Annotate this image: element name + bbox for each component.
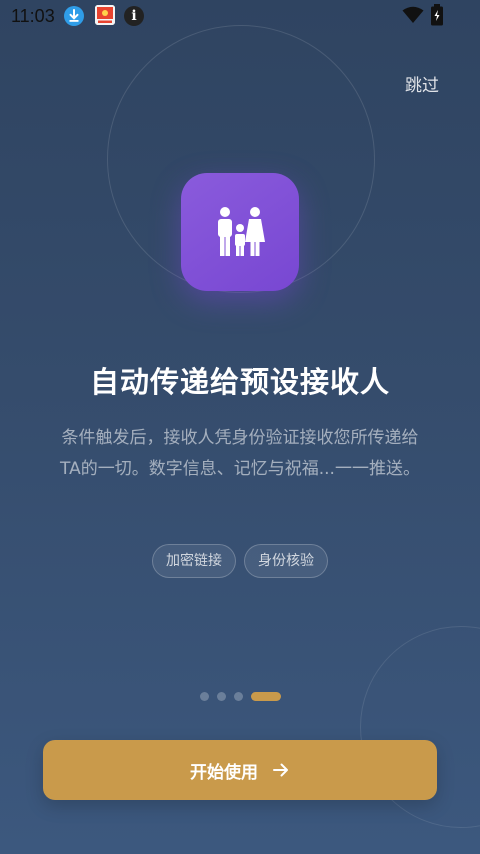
page-dot-active[interactable] (251, 692, 281, 701)
wifi-icon (402, 6, 424, 28)
page-title: 自动传递给预设接收人 (89, 365, 390, 399)
battery-icon (430, 4, 444, 30)
status-time: 11:03 (11, 6, 55, 26)
start-button[interactable]: 开始使用 (43, 740, 437, 800)
app-notification-icon (95, 5, 115, 25)
download-icon (64, 6, 84, 26)
family-icon (218, 207, 265, 256)
page-dot[interactable] (200, 692, 209, 701)
feature-icon-tile (181, 173, 299, 291)
skip-button[interactable]: 跳过 (405, 71, 439, 96)
tag-encrypted-link: 加密链接 (152, 544, 236, 578)
page-dot[interactable] (234, 692, 243, 701)
tag-identity-verification: 身份核验 (244, 544, 328, 578)
onboarding-screen: 11:03 i 跳过 自动传递给预设接收人 条件触发后，接收人凭身份验证接收您所… (0, 0, 480, 854)
page-dot[interactable] (217, 692, 226, 701)
info-icon: i (124, 6, 144, 26)
page-description: 条件触发后，接收人凭身份验证接收您所传递给TA的一切。数字信息、记忆与祝福...… (60, 428, 420, 479)
start-button-label: 开始使用 (190, 762, 258, 783)
arrow-right-icon (272, 762, 290, 778)
